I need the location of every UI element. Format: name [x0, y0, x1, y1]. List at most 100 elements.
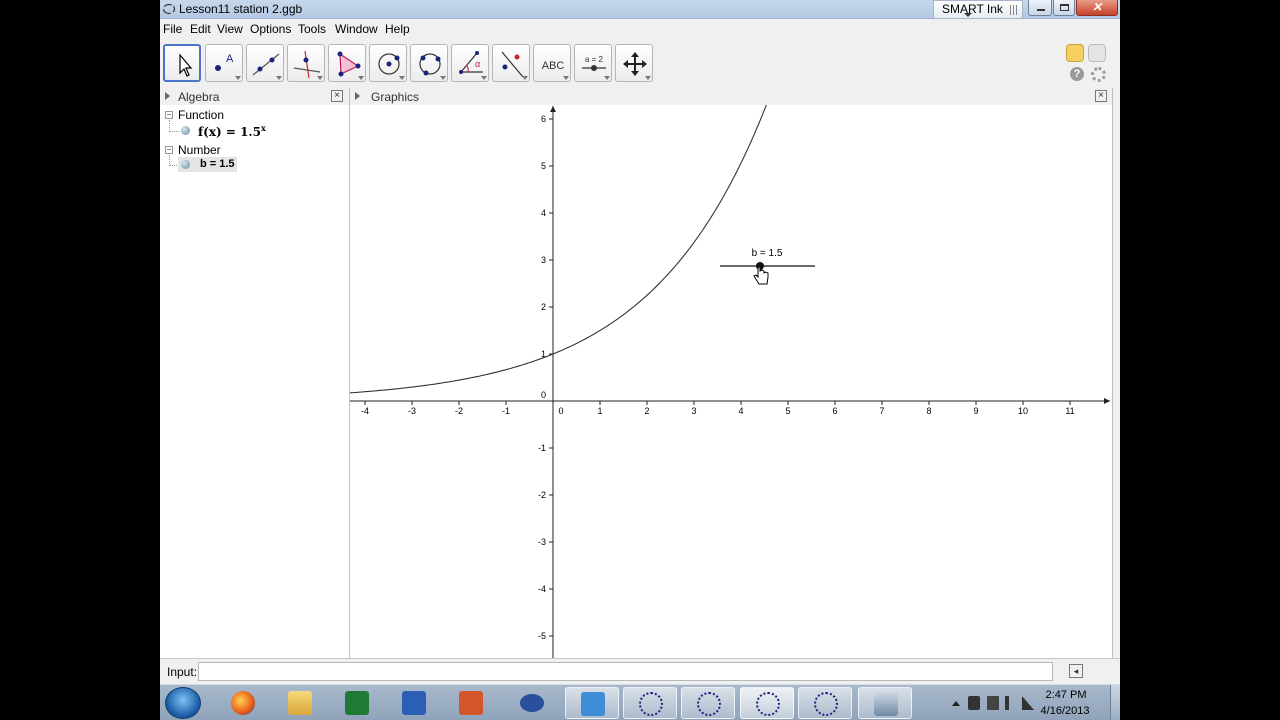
menu-tools[interactable]: Tools [298, 22, 326, 36]
geogebra-icon [814, 692, 838, 716]
taskbar-geogebra-4[interactable] [798, 687, 852, 719]
close-graphics-button[interactable]: × [1095, 90, 1107, 102]
show-desktop-button[interactable] [1110, 685, 1120, 720]
undo-button[interactable] [1066, 44, 1084, 62]
x-tick-label: 2 [644, 406, 649, 416]
taskbar-geogebra-2[interactable] [681, 687, 735, 719]
taskbar-firefox[interactable] [216, 687, 270, 719]
taskbar-powerpoint[interactable] [444, 687, 498, 719]
x-tick-label: 8 [926, 406, 931, 416]
graphics-title: Graphics [371, 90, 420, 104]
minimize-button[interactable] [1028, 0, 1052, 16]
y-tick-label: -5 [538, 631, 546, 641]
move-graphics-tool[interactable] [615, 44, 653, 82]
point-tool[interactable]: A [205, 44, 243, 82]
taskbar-app[interactable] [858, 687, 912, 719]
speaker-icon[interactable] [1005, 696, 1017, 710]
x-tick-label: 6 [832, 406, 837, 416]
title-bar: Lesson11 station 2.ggb SMART Ink ✕ [160, 0, 1120, 19]
close-algebra-button[interactable]: × [331, 90, 343, 102]
clock-time[interactable]: 2:47 PM [1041, 689, 1091, 701]
menu-options[interactable]: Options [250, 22, 291, 36]
line-tool[interactable] [246, 44, 284, 82]
panel-splitter[interactable] [1112, 88, 1120, 658]
collapse-function-icon[interactable]: − [165, 111, 173, 119]
x-tick-label: 0 [558, 406, 563, 416]
network-icon[interactable] [1022, 696, 1034, 710]
slider-tool[interactable]: a = 2 [574, 44, 612, 82]
help-icon[interactable]: ? [1070, 67, 1084, 81]
taskbar-explorer[interactable] [273, 687, 327, 719]
input-help-button[interactable]: ◂ [1069, 664, 1083, 678]
visibility-toggle-f[interactable] [181, 126, 190, 135]
function-f-item[interactable]: f(x) = 1.5x [198, 123, 266, 139]
perpendicular-tool[interactable] [287, 44, 325, 82]
redo-button[interactable] [1088, 44, 1106, 62]
powerpoint-icon [459, 691, 483, 715]
number-b-item[interactable]: b = 1.5 [200, 158, 235, 170]
menu-edit[interactable]: Edit [190, 22, 211, 36]
minimize-icon [1037, 9, 1045, 11]
menu-bar: File Edit View Options Tools Window Help [160, 19, 1120, 40]
menu-file[interactable]: File [163, 22, 182, 36]
function-curve[interactable] [350, 105, 770, 394]
x-tick-label: -1 [502, 406, 510, 416]
graphics-canvas[interactable]: -4 -3 -2 -1 0 1 2 3 4 5 6 7 8 9 10 11-5-4-3-2-11234560 … [350, 105, 1112, 658]
tree-connector [169, 120, 179, 132]
cursor-arrow-icon [179, 53, 193, 77]
circle-tool[interactable] [369, 44, 407, 82]
text-tool[interactable]: ABC [533, 44, 571, 82]
show-hidden-icons[interactable] [952, 701, 960, 706]
excel-icon [345, 691, 369, 715]
svg-text:a = 2: a = 2 [585, 55, 604, 64]
visibility-toggle-b[interactable] [181, 160, 190, 169]
y-tick-label: -3 [538, 537, 546, 547]
menu-view[interactable]: View [217, 22, 243, 36]
taskbar-geogebra-3[interactable] [740, 687, 794, 719]
reflect-tool[interactable] [492, 44, 530, 82]
taskbar-word[interactable] [387, 687, 441, 719]
input-field[interactable] [198, 662, 1053, 681]
taskbar-geogebra-1[interactable] [623, 687, 677, 719]
taskbar-smart-notebook[interactable] [565, 687, 619, 719]
taskbar-excel[interactable] [330, 687, 384, 719]
input-bar: Input: ◂ [160, 658, 1120, 684]
close-button[interactable]: ✕ [1076, 0, 1118, 16]
x-tick-label: 5 [785, 406, 790, 416]
move-tool[interactable] [163, 44, 201, 82]
power-icon[interactable] [987, 696, 999, 710]
firefox-icon [231, 691, 255, 715]
maximize-button[interactable] [1053, 0, 1075, 16]
taskbar-respondus[interactable] [505, 687, 559, 719]
x-tick-label: 3 [691, 406, 696, 416]
polygon-tool[interactable] [328, 44, 366, 82]
respondus-icon [520, 694, 544, 712]
svg-text:A: A [226, 53, 234, 65]
graphics-header: Graphics × [350, 88, 1112, 105]
geogebra-icon [697, 692, 721, 716]
clock-date[interactable]: 4/16/2013 [1035, 705, 1095, 717]
x-tick-label: -4 [361, 406, 369, 416]
menu-help[interactable]: Help [385, 22, 410, 36]
angle-tool[interactable]: α [451, 44, 489, 82]
panel-toggle-icon[interactable] [355, 92, 360, 100]
geogebra-icon [162, 3, 176, 15]
graphics-view: Graphics × -4 -3 -2 -1 0 1 2 3 4 5 6 7 8 9 10 11 -5 -4 -3 -… [350, 88, 1112, 658]
y-tick-label: 4 [541, 208, 546, 218]
menu-window[interactable]: Window [335, 22, 378, 36]
start-button[interactable] [165, 687, 201, 719]
device-icon[interactable] [968, 696, 980, 710]
taskbar: 2:47 PM 4/16/2013 [160, 684, 1120, 720]
input-label: Input: [167, 665, 198, 679]
panel-toggle-icon[interactable] [165, 92, 170, 100]
toolbar: A α ABC a = 2 [160, 40, 1120, 88]
collapse-number-icon[interactable]: − [165, 146, 173, 154]
axes [350, 106, 1110, 658]
smart-ink-label: SMART Ink [942, 2, 1003, 16]
x-tick-label: 1 [597, 406, 602, 416]
slider-b[interactable]: b = 1.5 [720, 248, 815, 285]
smart-ink-button[interactable]: SMART Ink [933, 0, 1023, 19]
maximize-icon [1060, 4, 1069, 11]
circle-three-points-tool[interactable] [410, 44, 448, 82]
gear-icon[interactable] [1091, 67, 1106, 82]
